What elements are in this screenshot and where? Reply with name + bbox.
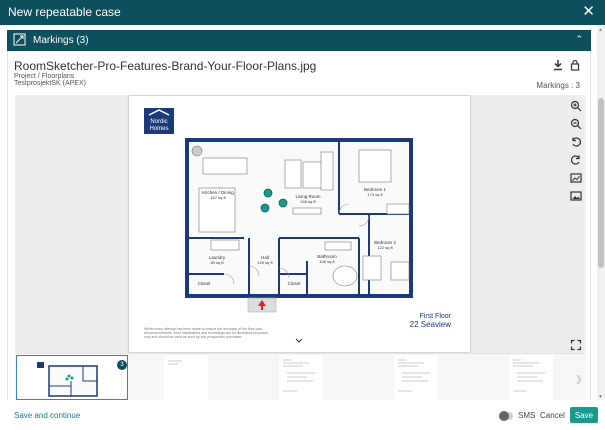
dialog-title: New repeatable case: [8, 5, 121, 19]
save-button[interactable]: Save: [570, 407, 598, 423]
room-closet-left-name: Closet: [198, 281, 212, 286]
room-closet-right-name: Closet: [288, 281, 302, 286]
markings-icon: [13, 33, 26, 46]
thumbnail-document[interactable]: [279, 355, 323, 400]
markings-section-label: Markings (3): [33, 35, 89, 46]
rotate-right-icon[interactable]: [570, 154, 582, 166]
dialog-scrollbar[interactable]: ▲ ▼: [597, 25, 605, 405]
room-bedroom2-area: 122 sq ft: [377, 245, 393, 250]
brand-line1: Nordic: [150, 119, 167, 125]
disclaimer-line: only and should be used as such by any p…: [144, 335, 243, 339]
zoom-in-icon[interactable]: [570, 100, 582, 112]
brand-line2: Homes: [149, 126, 168, 132]
chevron-down-icon[interactable]: [295, 338, 303, 343]
fit-image-icon[interactable]: [570, 172, 582, 184]
room-bathroom-area: 106 sq ft: [319, 259, 335, 264]
thumbnail-document-preview: [513, 359, 545, 392]
viewer-toolbar: [568, 95, 585, 353]
chevron-right-icon[interactable]: ❯: [575, 374, 583, 385]
document-panel: RoomSketcher-Pro-Features-Brand-Your-Flo…: [7, 51, 591, 400]
thumbnail-floorplan-preview: [37, 362, 98, 397]
floorplan-drawing: Nordic Homes Kitchen / Dining 167 sq ft …: [144, 108, 452, 343]
chevron-up-icon[interactable]: ⌃: [575, 34, 583, 45]
scroll-up-icon[interactable]: ▲: [598, 27, 603, 33]
floor-label: First Floor: [420, 313, 452, 320]
download-icon[interactable]: [552, 59, 564, 71]
marking-pin[interactable]: [260, 203, 270, 213]
rotate-left-icon[interactable]: [570, 136, 582, 148]
room-hall-area: 149 sq ft: [257, 260, 273, 265]
project-name: TestprosjektSK (APEX): [14, 80, 86, 87]
save-and-continue-link[interactable]: Save and continue: [14, 411, 80, 420]
file-name: RoomSketcher-Pro-Features-Brand-Your-Flo…: [14, 59, 317, 73]
dialog-header: New repeatable case ✕: [0, 0, 605, 25]
thumbnail-floorplan[interactable]: 3: [16, 355, 128, 400]
markings-section-header[interactable]: Markings (3) ⌃: [7, 30, 591, 51]
room-bedroom1-area: 174 sq ft: [367, 192, 383, 197]
thumbnail-document-preview: [168, 360, 182, 365]
marking-pin[interactable]: [263, 188, 273, 198]
thumbnail-strip: 3 ❯: [15, 353, 585, 400]
scrollbar-thumb[interactable]: [598, 98, 604, 268]
cancel-button[interactable]: Cancel: [540, 411, 565, 420]
sms-toggle[interactable]: [499, 411, 513, 421]
dialog-footer: Save and continue SMS Cancel Save: [0, 400, 605, 430]
markings-badge: 3: [117, 360, 127, 370]
project-path: Project / Floorplans: [14, 73, 75, 80]
zoom-out-icon[interactable]: [570, 118, 582, 130]
room-kitchen-area: 167 sq ft: [210, 195, 226, 200]
markings-count: Markings : 3: [536, 81, 580, 90]
floorplan-image[interactable]: Nordic Homes Kitchen / Dining 167 sq ft …: [129, 96, 470, 352]
room-living-area: 240 sq ft: [300, 199, 316, 204]
thumbnail-document[interactable]: [164, 355, 208, 400]
address-label: 22 Seaview: [410, 320, 452, 329]
lock-icon[interactable]: [569, 59, 581, 71]
thumbnail-document-preview: [283, 359, 315, 392]
image-viewer[interactable]: Nordic Homes Kitchen / Dining 167 sq ft …: [15, 95, 585, 353]
sms-label: SMS: [518, 411, 536, 420]
sms-toggle-knob[interactable]: [499, 411, 509, 421]
room-laundry-area: 80 sq ft: [210, 260, 224, 265]
thumbnail-document[interactable]: [509, 355, 553, 400]
close-icon[interactable]: ✕: [582, 3, 595, 21]
fullscreen-icon[interactable]: [570, 339, 582, 351]
image-icon[interactable]: [570, 190, 582, 202]
thumbnail-document[interactable]: [394, 355, 438, 400]
marking-pin[interactable]: [278, 198, 288, 208]
thumbnail-document-preview: [398, 359, 430, 392]
